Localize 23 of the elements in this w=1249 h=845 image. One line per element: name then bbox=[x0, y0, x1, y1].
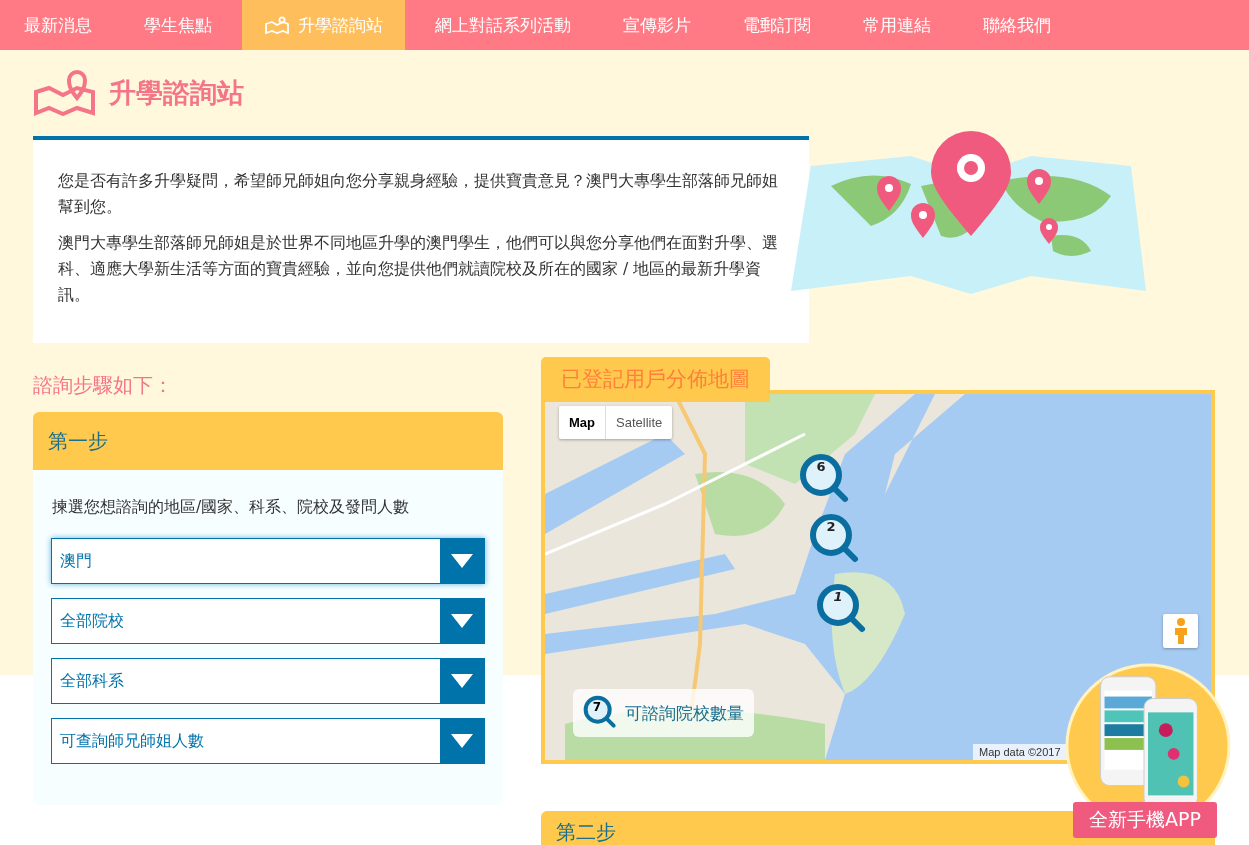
page-title: 升學諮詢站 bbox=[109, 76, 244, 110]
caret-icon bbox=[451, 734, 473, 748]
intro-paragraph: 澳門大專學生部落師兄師姐是於世界不同地區升學的澳門學生，他們可以與您分享他們在面對升學、選科、適應大學新生活等方面的寶貴經驗，並向您提供他們就讀院校及所在的國家 / 地區的最新升學資訊。 bbox=[58, 233, 779, 306]
dropdown[interactable]: 澳門 bbox=[51, 538, 485, 584]
step-title: 第二步 bbox=[555, 819, 617, 845]
person-icon bbox=[1173, 618, 1188, 644]
dropdown[interactable]: 可查詢師兄師姐人數 bbox=[51, 718, 485, 764]
map-type-button[interactable]: Map bbox=[559, 406, 606, 439]
step-instruction: 揀選您想諮詢的地區/國家、科系、院校及發問人數 bbox=[51, 497, 411, 518]
caret-icon bbox=[451, 614, 473, 628]
dropdown[interactable]: 全部院校 bbox=[51, 598, 485, 644]
map-title: 已登記用戶分佈地圖 bbox=[541, 357, 770, 402]
steps-heading: 諮詢步驟如下： bbox=[33, 372, 174, 399]
caret-icon bbox=[451, 554, 473, 568]
street-view-button[interactable] bbox=[1163, 614, 1198, 648]
app-download-button[interactable]: 全新手機APP bbox=[1073, 802, 1217, 838]
step-title: 第一步 bbox=[33, 412, 503, 470]
caret-icon bbox=[451, 674, 473, 688]
legend-label: 可諮詢院校數量 bbox=[625, 701, 744, 725]
map-attribution: Map data ©2017 bbox=[973, 744, 1067, 760]
map-type-button[interactable]: Satellite bbox=[606, 406, 673, 439]
dropdown[interactable]: 全部科系 bbox=[51, 658, 485, 704]
intro-paragraph: 您是否有許多升學疑問，希望師兄師姐向您分享親身經驗，提供寶貴意見？澳門大專學生部落師兄師姐幫到您。 bbox=[58, 171, 779, 218]
